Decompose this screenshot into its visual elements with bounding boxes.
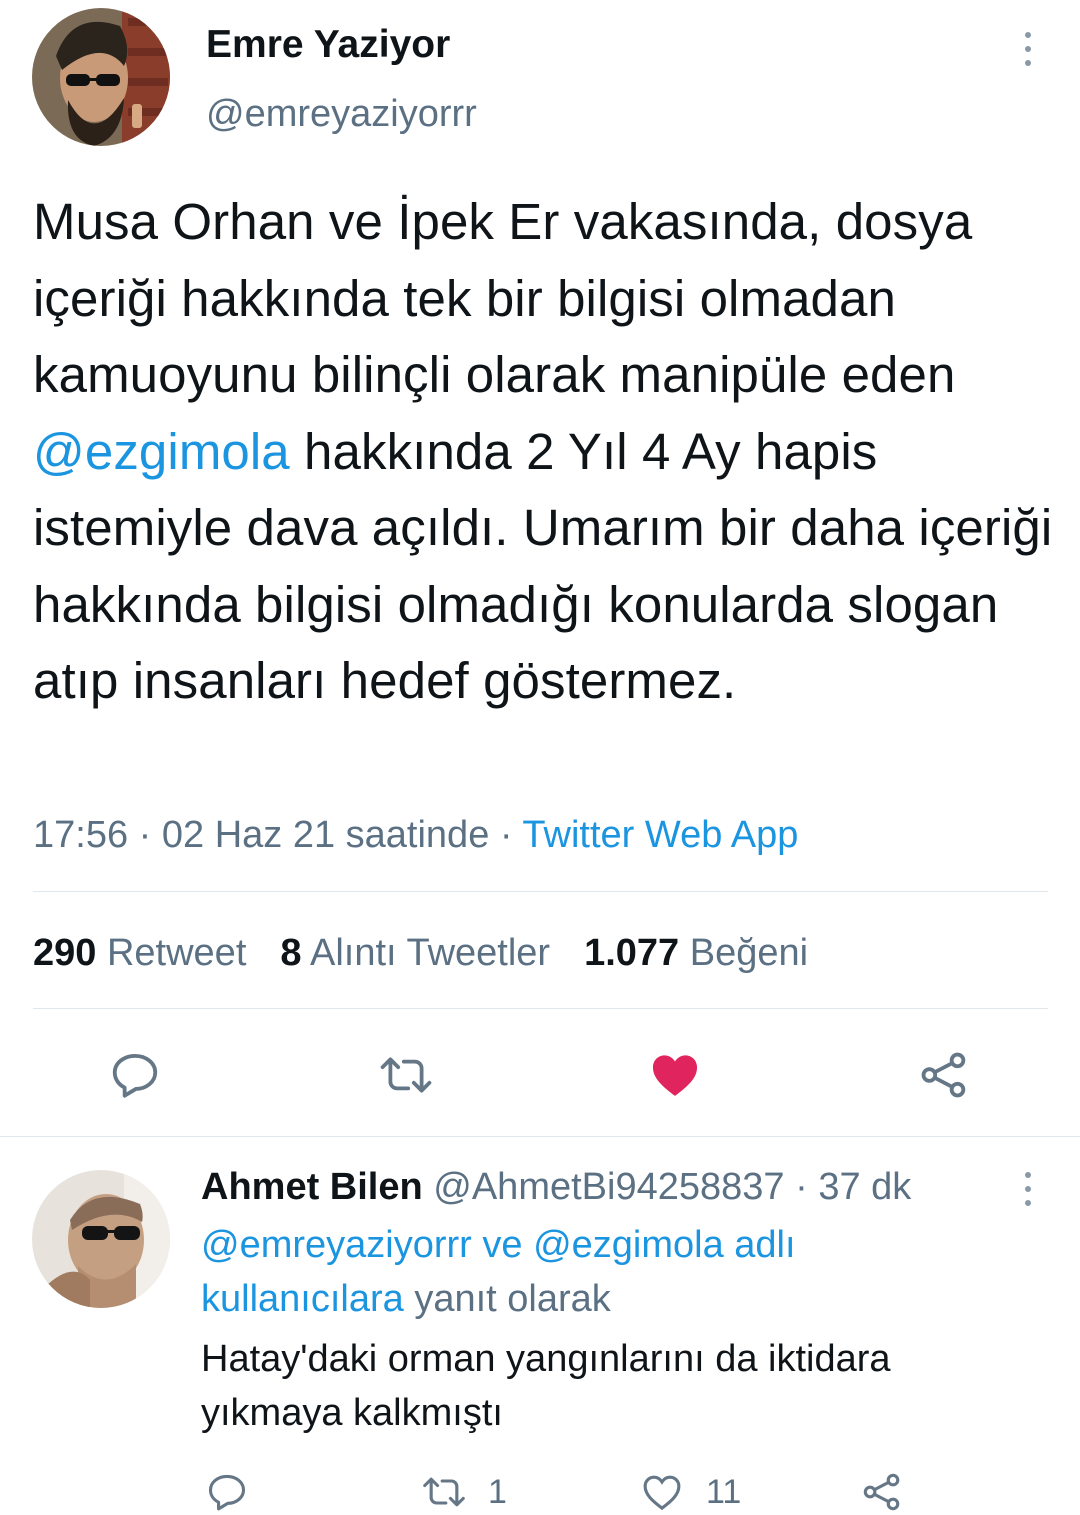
reply-time[interactable]: 37 dk xyxy=(818,1166,911,1208)
meta-separator: · xyxy=(128,814,162,856)
quotes-count: 8 xyxy=(280,932,302,974)
author-handle[interactable]: @emreyaziyorrr xyxy=(206,92,477,136)
tweet-meta: 17:56 · 02 Haz 21 saatinde · Twitter Web… xyxy=(33,812,798,858)
reply-retweet-icon[interactable] xyxy=(420,1470,468,1514)
likes-label: Beğeni xyxy=(689,932,809,974)
meta-separator: · xyxy=(489,814,523,856)
retweets-label: Retweet xyxy=(106,932,247,974)
reply-author-avatar[interactable] xyxy=(32,1170,170,1308)
mention-link[interactable]: @ezgimola xyxy=(33,423,290,480)
reply-icon[interactable] xyxy=(108,1048,162,1102)
tweet-stats: 290 Retweet 8 Alıntı Tweetler 1.077 Beğeni xyxy=(33,930,808,976)
author-avatar[interactable] xyxy=(32,8,170,146)
reply-like-icon[interactable] xyxy=(640,1470,684,1514)
reply-more-icon[interactable] xyxy=(1018,1172,1038,1206)
likes-stat[interactable]: 1.077 Beğeni xyxy=(584,932,808,974)
retweet-icon[interactable] xyxy=(377,1048,435,1102)
reply-retweet-count: 1 xyxy=(488,1473,507,1511)
quotes-stat[interactable]: 8 Alıntı Tweetler xyxy=(280,932,550,974)
reply-share-icon[interactable] xyxy=(860,1470,904,1514)
divider xyxy=(33,1008,1048,1009)
reply-time-separator: · xyxy=(784,1166,819,1208)
retweets-stat[interactable]: 290 Retweet xyxy=(33,932,246,974)
reply-author-handle[interactable]: @AhmetBi94258837 xyxy=(433,1166,784,1208)
author-name[interactable]: Emre Yaziyor xyxy=(206,22,450,68)
tweet-date[interactable]: 02 Haz 21 saatinde xyxy=(162,814,489,856)
divider xyxy=(0,1136,1080,1137)
tweet-time[interactable]: 17:56 xyxy=(33,814,128,856)
more-icon[interactable] xyxy=(1018,32,1038,66)
reply-text: Hatay'daki orman yangınlarını da iktidar… xyxy=(201,1338,891,1434)
share-icon[interactable] xyxy=(917,1048,971,1102)
replying-to: @emreyaziyorrr ve @ezgimola adlı kullanı… xyxy=(201,1218,961,1326)
reply-reply-icon[interactable] xyxy=(205,1470,249,1514)
reply-header: Ahmet Bilen @AhmetBi94258837 · 37 dk xyxy=(201,1164,911,1210)
likes-count: 1.077 xyxy=(584,932,680,974)
retweets-count: 290 xyxy=(33,932,97,974)
tweet-text: Musa Orhan ve İpek Er vakasında, dosya i… xyxy=(33,184,1053,720)
reply-like-count: 11 xyxy=(706,1473,742,1511)
reply-author-name[interactable]: Ahmet Bilen xyxy=(201,1166,423,1208)
tweet-source-link[interactable]: Twitter Web App xyxy=(522,814,798,856)
like-icon[interactable] xyxy=(648,1048,702,1102)
divider xyxy=(33,891,1048,892)
replying-to-suffix: yanıt olarak xyxy=(403,1278,611,1320)
quotes-label: Alıntı Tweetler xyxy=(309,932,551,974)
tweet-text-before: Musa Orhan ve İpek Er vakasında, dosya i… xyxy=(33,193,973,403)
